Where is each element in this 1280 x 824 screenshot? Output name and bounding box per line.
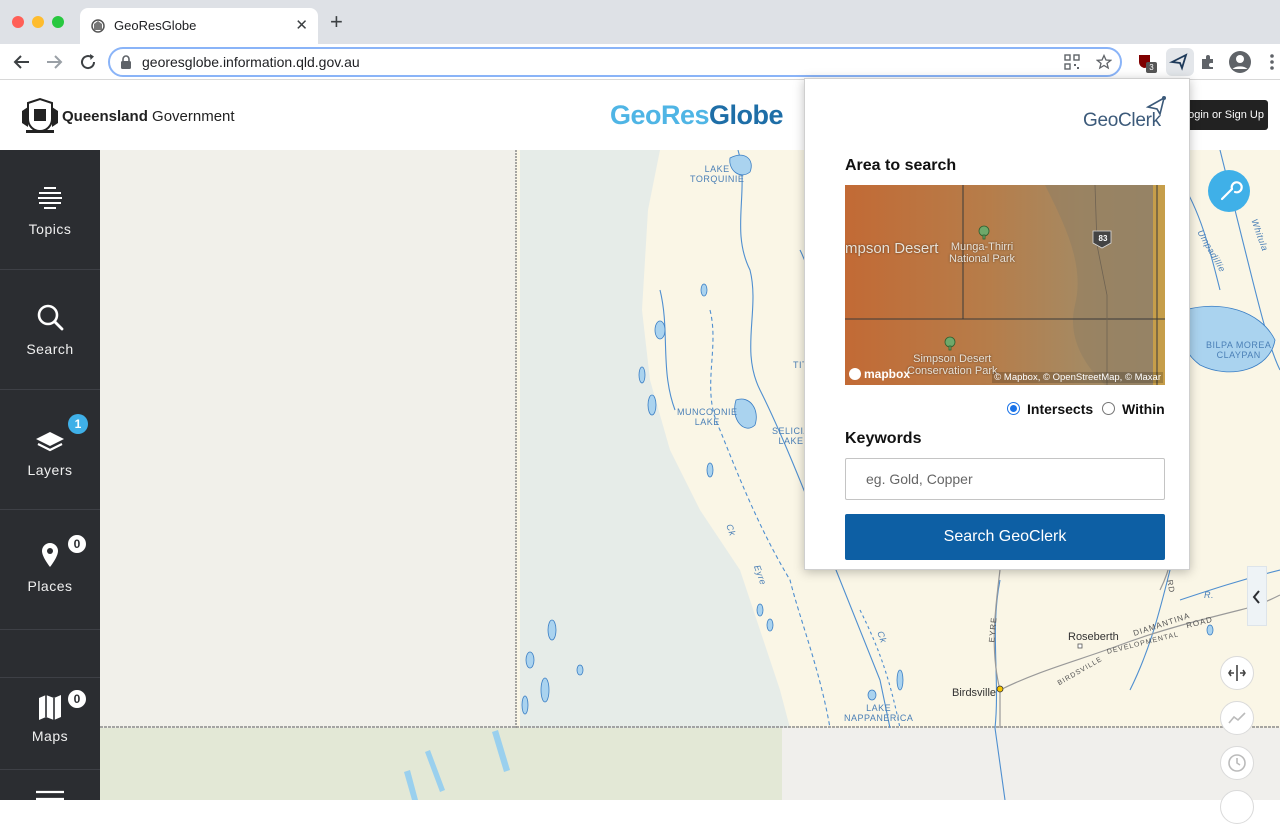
swipe-compare-button[interactable]	[1220, 656, 1254, 690]
qld-crest-favicon-icon	[91, 19, 105, 33]
geoclerk-brand: GeoClerk	[1083, 110, 1161, 131]
layers-icon	[36, 432, 64, 452]
reload-icon[interactable]	[76, 50, 100, 74]
ublock-extension-icon[interactable]: 3	[1136, 52, 1157, 73]
search-geoclerk-button[interactable]: Search GeoClerk	[845, 514, 1165, 560]
browser-menu-icon[interactable]	[1262, 52, 1280, 72]
clock-icon	[1228, 754, 1246, 772]
tab-close-icon[interactable]: ✕	[295, 16, 308, 34]
map-attribution[interactable]: © Mapbox, © OpenStreetMap, © Maxar	[992, 372, 1163, 383]
time-slider-button[interactable]	[1220, 746, 1254, 780]
map-pin-icon	[42, 543, 58, 567]
sidebar-label-topics: Topics	[28, 221, 72, 237]
lock-icon	[121, 55, 131, 69]
within-label[interactable]: Within	[1122, 401, 1165, 417]
puzzle-extensions-icon[interactable]	[1198, 52, 1218, 72]
map-icon	[39, 695, 61, 720]
mapbox-icon	[849, 368, 861, 380]
minimize-window-button[interactable]	[32, 16, 44, 28]
bookmark-star-icon[interactable]	[1096, 54, 1112, 70]
route-shield-label: 83	[1098, 234, 1108, 243]
map-control-button[interactable]	[1220, 790, 1254, 824]
intersects-label[interactable]: Intersects	[1027, 401, 1093, 417]
sidebar-label-layers: Layers	[27, 462, 73, 478]
sidebar-label-maps: Maps	[31, 728, 69, 744]
browser-tab[interactable]: GeoResGlobe ✕	[80, 8, 318, 44]
keywords-heading: Keywords	[845, 430, 922, 447]
browser-toolbar: georesglobe.information.qld.gov.au 3	[0, 44, 1280, 80]
places-count-badge: 0	[66, 533, 88, 555]
map-label-lake-torquinie: LAKE TORQUINIE	[690, 164, 745, 184]
town-label-birdsville: Birdsville	[952, 687, 997, 699]
satellite-imagery	[845, 185, 1165, 385]
line-chart-icon	[1228, 712, 1246, 724]
sidebar-label-search: Search	[26, 341, 74, 357]
elevation-profile-button[interactable]	[1220, 701, 1254, 735]
mapbox-logo[interactable]: mapbox	[849, 367, 910, 381]
area-map-label-simpson-desert-park: Simpson Desert Conservation Park	[907, 353, 998, 377]
topics-icon	[38, 187, 62, 209]
town-label-roseberth: Roseberth	[1068, 631, 1119, 643]
queensland-crest-icon	[22, 97, 58, 133]
close-window-button[interactable]	[12, 16, 24, 28]
within-radio[interactable]	[1102, 402, 1115, 415]
browser-tab-bar: GeoResGlobe ✕ +	[0, 0, 1280, 44]
maps-count-badge: 0	[66, 688, 88, 710]
geoclerk-extension-popup: GeoClerk Area to search mpson Desert Mun…	[804, 78, 1190, 570]
sidebar-label-places: Places	[27, 578, 73, 594]
left-sidebar: Topics Search 1 Layers 0 Places 0 Maps	[0, 150, 100, 802]
search-icon	[37, 304, 64, 331]
map-label-muncoonie-lake: MUNCOONIE LAKE	[677, 407, 738, 427]
forward-arrow-icon[interactable]	[42, 50, 66, 74]
collapse-panel-button[interactable]	[1247, 566, 1267, 626]
area-to-search-heading: Area to search	[845, 157, 957, 174]
georesglobe-logo[interactable]: GeoResGlobe	[610, 100, 784, 131]
map-label-bilpa-morea-claypan: BILPA MOREA CLAYPAN	[1206, 340, 1272, 360]
split-arrows-icon	[1228, 665, 1246, 681]
map-label-river: R.	[1204, 590, 1214, 600]
map-label-lake-nappanerica: LAKE NAPPANERICA	[844, 703, 914, 723]
back-arrow-icon[interactable]	[10, 50, 34, 74]
map-tools-button[interactable]	[1208, 170, 1250, 212]
keywords-input[interactable]	[845, 458, 1165, 500]
profile-avatar-icon[interactable]	[1228, 50, 1252, 74]
area-search-map[interactable]: mpson Desert Munga-Thirri National Park …	[845, 185, 1165, 385]
intersects-radio[interactable]	[1007, 402, 1020, 415]
tab-title: GeoResGlobe	[114, 18, 197, 33]
area-map-label-simpson-desert: mpson Desert	[845, 240, 939, 257]
geoclerk-extension-icon[interactable]	[1166, 48, 1194, 76]
queensland-government-wordmark[interactable]: Queensland Government	[62, 108, 235, 125]
sidebar-item-maps[interactable]: 0 Maps	[0, 678, 100, 770]
layers-count-badge: 1	[68, 414, 88, 434]
address-bar[interactable]: georesglobe.information.qld.gov.au	[108, 47, 1122, 77]
sidebar-item-search[interactable]: Search	[0, 270, 100, 390]
url-text: georesglobe.information.qld.gov.au	[142, 54, 360, 70]
area-map-label-munga-thirri: Munga-Thirri National Park	[949, 241, 1016, 265]
sidebar-item-places[interactable]: 0 Places	[0, 510, 100, 630]
qr-code-icon[interactable]	[1064, 54, 1080, 70]
new-tab-button[interactable]: +	[330, 11, 343, 33]
chevron-left-icon	[1252, 590, 1260, 604]
sidebar-item-layers[interactable]: 1 Layers	[0, 390, 100, 510]
extension-badge: 3	[1146, 62, 1157, 73]
wrench-icon	[1220, 181, 1243, 201]
list-icon[interactable]	[36, 790, 64, 802]
sidebar-spacer	[0, 630, 100, 678]
sidebar-item-topics[interactable]: Topics	[0, 150, 100, 270]
maximize-window-button[interactable]	[52, 16, 64, 28]
